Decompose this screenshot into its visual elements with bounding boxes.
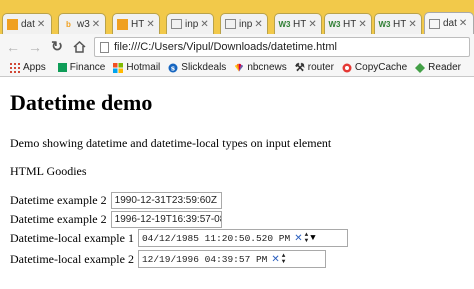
- spin-button[interactable]: ▲ ▼: [282, 253, 286, 265]
- tab-label: dat: [21, 18, 35, 30]
- bing-icon: b: [66, 19, 71, 29]
- w3schools-icon: W3: [378, 19, 391, 29]
- close-icon[interactable]: ✕: [408, 19, 416, 30]
- url-text: file:///C:/Users/Vipul/Downloads/datetim…: [114, 41, 337, 53]
- tab-datetime-1[interactable]: dat ✕: [2, 13, 52, 34]
- tab-w3schools-2[interactable]: W3 HT ✕: [324, 13, 372, 34]
- dropdown-arrow-icon[interactable]: ▼: [310, 233, 315, 243]
- datetime-local-input-1[interactable]: 04/12/1985 11:20:50.520 PM ✕ ▲ ▼ ▼: [137, 229, 348, 247]
- clear-icon[interactable]: ✕: [271, 254, 279, 265]
- input-value: 1990-12-31T23:59:60Z: [114, 195, 217, 206]
- reload-icon[interactable]: ↻: [48, 38, 66, 56]
- bookmark-label: Hotmail: [126, 62, 161, 73]
- tab-label: HT: [393, 18, 407, 30]
- bookmark-finance[interactable]: Finance: [57, 62, 106, 73]
- spin-button[interactable]: ▲ ▼: [305, 232, 309, 244]
- spin-down-icon[interactable]: ▼: [282, 259, 286, 265]
- address-bar[interactable]: file:///C:/Users/Vipul/Downloads/datetim…: [94, 37, 470, 57]
- close-icon[interactable]: ✕: [459, 18, 467, 29]
- brand-text: HTML Goodies: [10, 164, 87, 178]
- tab-label: dat: [443, 18, 457, 29]
- datetime-local-row-2: Datetime-local example 2 12/19/1996 04:3…: [10, 250, 326, 268]
- svg-text:s: s: [171, 64, 175, 72]
- close-icon[interactable]: ✕: [37, 19, 45, 30]
- page-heading: Datetime demo: [10, 90, 153, 115]
- nbc-peacock-icon: [234, 63, 244, 73]
- close-icon[interactable]: ✕: [146, 19, 154, 30]
- input-controls: ✕ ▲ ▼: [271, 253, 285, 265]
- tab-html-1[interactable]: HT ✕: [112, 13, 160, 34]
- bookmark-copycache[interactable]: CopyCache: [342, 62, 407, 73]
- field-label: Datetime-local example 1: [10, 230, 134, 245]
- document-icon: [171, 19, 182, 29]
- tab-label: HT: [131, 18, 145, 30]
- page-content: Datetime demo Demo showing datetime and …: [0, 78, 474, 289]
- datetime-local-input-2[interactable]: 12/19/1996 04:39:57 PM ✕ ▲ ▼: [137, 250, 326, 268]
- tab-label: w3: [77, 18, 90, 30]
- tab-datetime-active[interactable]: dat ✕: [424, 12, 474, 34]
- bookmark-label: router: [307, 62, 334, 73]
- input-controls: ✕ ▲ ▼ ▼: [294, 232, 315, 244]
- spin-down-icon[interactable]: ▼: [305, 238, 309, 244]
- tab-w3schools-3[interactable]: W3 HT ✕: [374, 13, 422, 34]
- datetime-input-2[interactable]: 1996-12-19T16:39:57-08:0: [110, 211, 222, 228]
- bookmark-label: Reader: [428, 62, 461, 73]
- tab-label: HT: [343, 18, 357, 30]
- page-icon: [100, 41, 109, 53]
- datetime-input-1[interactable]: 1990-12-31T23:59:60Z: [110, 192, 222, 209]
- tab-input-2[interactable]: inp ✕: [220, 13, 268, 34]
- tab-label: inp: [239, 18, 253, 30]
- bookmark-nbcnews[interactable]: nbcnews: [234, 62, 287, 73]
- tab-strip: dat ✕ b w3 ✕ HT ✕ inp ✕ inp ✕ W3 HT ✕ W3…: [0, 0, 474, 34]
- bookmark-label: Finance: [69, 62, 106, 73]
- bookmark-apps[interactable]: Apps: [10, 62, 46, 73]
- tools-icon: ⚒: [294, 62, 305, 74]
- bookmark-label: Slickdeals: [181, 62, 227, 73]
- tab-w3[interactable]: b w3 ✕: [58, 13, 106, 34]
- copycache-icon: [342, 63, 352, 73]
- clear-icon[interactable]: ✕: [294, 233, 302, 244]
- datetime-row-1: Datetime example 2 1990-12-31T23:59:60Z: [10, 192, 222, 209]
- bookmark-hotmail[interactable]: Hotmail: [113, 62, 160, 73]
- back-arrow-icon[interactable]: ←: [4, 38, 22, 56]
- field-label: Datetime example 2: [10, 193, 107, 207]
- document-icon: [225, 19, 236, 29]
- apps-icon: [10, 62, 20, 73]
- tab-label: inp: [185, 18, 199, 30]
- home-icon[interactable]: [70, 38, 88, 56]
- close-icon[interactable]: ✕: [254, 19, 262, 30]
- datetime-local-row-1: Datetime-local example 1 04/12/1985 11:2…: [10, 229, 348, 247]
- input-value: 04/12/1985 11:20:50.520 PM: [141, 232, 291, 244]
- slickdeals-icon: s: [168, 63, 178, 73]
- close-icon[interactable]: ✕: [308, 19, 316, 30]
- reader-icon: [415, 62, 426, 73]
- bookmark-label: Apps: [23, 62, 46, 73]
- bookmark-reader[interactable]: Reader: [415, 62, 461, 73]
- finance-icon: [57, 63, 67, 72]
- close-icon[interactable]: ✕: [92, 19, 100, 30]
- page-description: Demo showing datetime and datetime-local…: [10, 136, 332, 150]
- bookmark-slickdeals[interactable]: s Slickdeals: [168, 62, 226, 73]
- bookmark-router[interactable]: ⚒ router: [294, 62, 334, 74]
- input-value: 12/19/1996 04:39:57 PM: [141, 253, 268, 265]
- w3schools-icon: W3: [278, 19, 291, 29]
- w3schools-icon: W3: [328, 19, 341, 29]
- tab-label: HT: [293, 18, 307, 30]
- document-icon: [7, 18, 18, 30]
- bookmark-label: CopyCache: [354, 62, 408, 73]
- hotmail-icon: [113, 62, 124, 73]
- bookmark-label: nbcnews: [247, 62, 287, 73]
- input-value: 1996-12-19T16:39:57-08:0: [114, 214, 221, 225]
- close-icon[interactable]: ✕: [358, 19, 366, 30]
- datetime-row-2: Datetime example 2 1996-12-19T16:39:57-0…: [10, 211, 222, 228]
- forward-arrow-icon[interactable]: →: [26, 38, 44, 56]
- close-icon[interactable]: ✕: [200, 19, 208, 30]
- field-label: Datetime example 2: [10, 212, 107, 226]
- tab-input-1[interactable]: inp ✕: [166, 13, 214, 34]
- field-label: Datetime-local example 2: [10, 251, 134, 266]
- tab-w3schools-1[interactable]: W3 HT ✕: [274, 13, 322, 34]
- document-icon: [117, 18, 128, 30]
- bookmarks-bar: Apps Finance Hotmail s Slickdeals nbcnew…: [0, 59, 474, 77]
- document-icon: [429, 18, 440, 29]
